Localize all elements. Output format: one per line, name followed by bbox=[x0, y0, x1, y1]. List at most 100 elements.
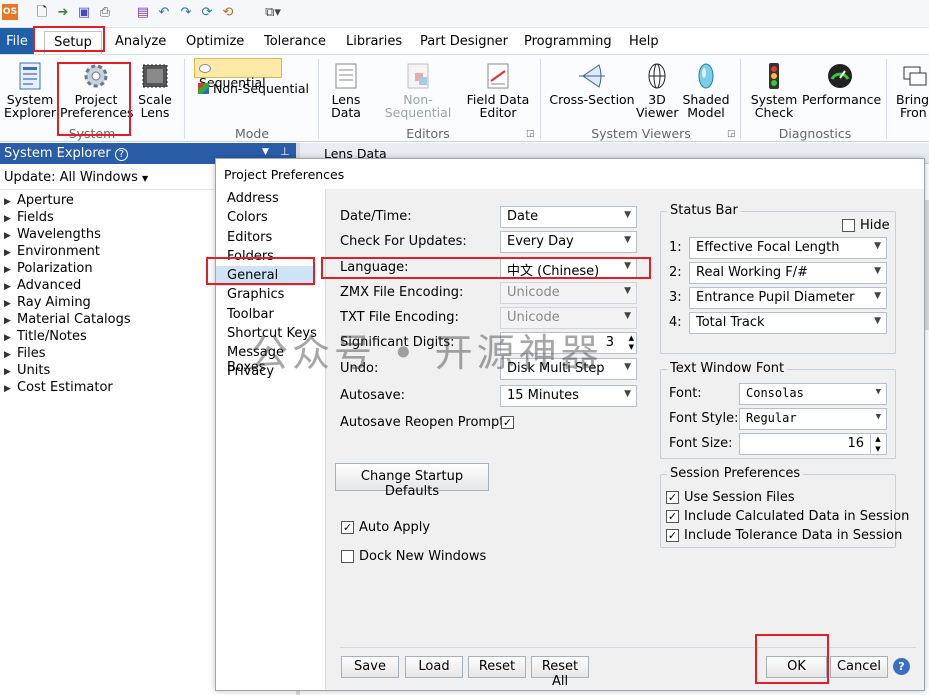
use-session-files-checkbox[interactable]: ✓ bbox=[666, 491, 679, 504]
expand-arrow-icon: ▶ bbox=[4, 197, 11, 207]
date-time-select[interactable]: Date ▼ bbox=[500, 206, 637, 228]
zmx-encoding-value: Unicode bbox=[507, 285, 560, 300]
help-icon[interactable]: ? bbox=[114, 148, 128, 161]
tree-item-fields[interactable]: ▶ Fields bbox=[4, 210, 54, 225]
lens-data-button[interactable]: Lens Data bbox=[326, 61, 366, 119]
watermark: 公众号 • 开源神器 bbox=[250, 331, 603, 375]
include-tolerance-checkbox[interactable]: ✓ bbox=[666, 529, 679, 542]
refresh-icon[interactable]: ⟳ bbox=[199, 5, 215, 21]
quick-access-toolbar: OS 🗋 ➜ ▣ ⎙ ▤ ↶ ↷ ⟳ ⟲ ⧉▾ bbox=[0, 0, 929, 28]
reset-button[interactable]: Reset bbox=[468, 656, 526, 678]
undo-icon[interactable]: ↶ bbox=[156, 5, 172, 21]
tab-analyze[interactable]: Analyze bbox=[115, 34, 166, 49]
nav-colors[interactable]: Colors bbox=[227, 210, 268, 225]
print-icon[interactable]: ⎙ bbox=[97, 5, 113, 21]
field-data-editor-button[interactable]: Field Data Editor bbox=[466, 61, 530, 119]
status-field-3-select[interactable]: Entrance Pupil Diameter ▼ bbox=[689, 287, 887, 309]
tab-libraries[interactable]: Libraries bbox=[346, 34, 402, 49]
load-button[interactable]: Load bbox=[405, 656, 463, 678]
tree-item-material-catalogs[interactable]: ▶ Material Catalogs bbox=[4, 312, 131, 327]
scale-lens-button[interactable]: Scale Lens bbox=[136, 61, 174, 119]
tree-item-polarization[interactable]: ▶ Polarization bbox=[4, 261, 93, 276]
tree-item-title-notes[interactable]: ▶ Title/Notes bbox=[4, 329, 87, 344]
dialog-launcher-icon[interactable]: ◲ bbox=[526, 129, 535, 139]
chevron-down-icon: ▼ bbox=[874, 266, 881, 276]
date-time-value: Date bbox=[507, 209, 539, 224]
bring-front-button[interactable]: Bring Fron bbox=[896, 61, 929, 119]
system-explorer-title-text: System Explorer bbox=[4, 146, 111, 161]
autosave-select[interactable]: 15 Minutes ▼ bbox=[500, 385, 637, 407]
3d-viewer-icon bbox=[648, 63, 666, 89]
change-startup-defaults-button[interactable]: Change Startup Defaults bbox=[335, 463, 489, 499]
check-updates-select[interactable]: Every Day ▼ bbox=[500, 231, 637, 253]
new-file-icon[interactable]: 🗋 bbox=[34, 5, 50, 21]
tree-item-environment[interactable]: ▶ Environment bbox=[4, 244, 100, 259]
tab-optimize[interactable]: Optimize bbox=[186, 34, 244, 49]
font-style-select[interactable]: Regular ▼ bbox=[739, 408, 887, 430]
3d-viewer-button[interactable]: 3D Viewer bbox=[636, 61, 679, 119]
tab-programming[interactable]: Programming bbox=[524, 34, 612, 49]
nav-address[interactable]: Address bbox=[227, 191, 279, 206]
system-explorer-button[interactable]: System Explorer bbox=[4, 61, 56, 119]
font-size-label: Font Size: bbox=[669, 436, 733, 451]
tree-item-advanced[interactable]: ▶ Advanced bbox=[4, 278, 81, 293]
significant-digits-value: 3 bbox=[605, 335, 614, 350]
status-field-1-select[interactable]: Effective Focal Length ▼ bbox=[689, 237, 887, 259]
shaded-model-icon bbox=[698, 63, 714, 89]
cross-section-button[interactable]: Cross-Section bbox=[548, 61, 636, 106]
pin-icon[interactable]: ⊥ bbox=[280, 145, 290, 158]
performance-button[interactable]: Performance bbox=[802, 61, 881, 106]
update-all-icon[interactable]: ⟲ bbox=[220, 5, 236, 21]
reset-all-button[interactable]: Reset All bbox=[531, 656, 589, 689]
include-calculated-checkbox[interactable]: ✓ bbox=[666, 510, 679, 523]
non-sequential-label: Non-Sequential bbox=[212, 81, 310, 96]
shaded-model-button[interactable]: Shaded Model bbox=[682, 61, 730, 119]
chevron-down-icon: ▼ bbox=[142, 174, 149, 183]
help-icon[interactable]: ? bbox=[893, 658, 910, 675]
tab-help[interactable]: Help bbox=[629, 34, 659, 49]
non-sequential-editor-button[interactable]: Non-Sequential bbox=[372, 61, 464, 119]
text-window-font-title: Text Window Font bbox=[667, 361, 788, 376]
sequential-mode-button[interactable]: Sequential bbox=[194, 58, 282, 90]
tree-item-cost-estimator[interactable]: ▶ Cost Estimator bbox=[4, 380, 113, 395]
zmx-encoding-select[interactable]: Unicode ▼ bbox=[500, 282, 637, 304]
status-field-2-select[interactable]: Real Working F/# ▼ bbox=[689, 262, 887, 284]
open-file-icon[interactable]: ➜ bbox=[55, 5, 71, 21]
spin-arrows-icon[interactable]: ▲ ▼ bbox=[870, 434, 885, 454]
save-icon[interactable]: ▣ bbox=[76, 5, 92, 21]
hide-status-bar-checkbox[interactable] bbox=[842, 219, 855, 232]
tree-item-ray-aiming[interactable]: ▶ Ray Aiming bbox=[4, 295, 91, 310]
tree-item-files[interactable]: ▶ Files bbox=[4, 346, 46, 361]
tree-item-units[interactable]: ▶ Units bbox=[4, 363, 50, 378]
dock-new-windows-checkbox[interactable] bbox=[341, 550, 354, 563]
spin-arrows-icon[interactable]: ▲ ▼ bbox=[629, 334, 634, 352]
highlight-general-nav bbox=[206, 257, 315, 285]
use-session-files-label: Use Session Files bbox=[684, 490, 795, 505]
dialog-launcher-icon[interactable]: ◲ bbox=[727, 129, 736, 139]
redo-icon[interactable]: ↷ bbox=[178, 5, 194, 21]
cancel-button[interactable]: Cancel bbox=[830, 656, 888, 678]
project-preferences-dialog: Project Preferences Address Colors Edito… bbox=[215, 158, 925, 691]
save-as-icon[interactable]: ▤ bbox=[135, 5, 151, 21]
panel-menu-icon[interactable]: ▼ bbox=[262, 147, 269, 157]
tab-tolerance[interactable]: Tolerance bbox=[264, 34, 326, 49]
non-sequential-mode-button[interactable]: Non-Sequential bbox=[198, 81, 309, 96]
tab-file[interactable]: File bbox=[0, 28, 34, 54]
auto-apply-checkbox[interactable]: ✓ bbox=[341, 521, 354, 534]
save-button[interactable]: Save bbox=[341, 656, 399, 678]
tree-item-aperture[interactable]: ▶ Aperture bbox=[4, 193, 74, 208]
system-check-button[interactable]: System Check bbox=[748, 61, 800, 119]
autosave-reopen-checkbox[interactable]: ✓ bbox=[501, 416, 514, 429]
tab-part-designer[interactable]: Part Designer bbox=[420, 34, 508, 49]
nav-editors[interactable]: Editors bbox=[227, 230, 272, 245]
tree-item-wavelengths[interactable]: ▶ Wavelengths bbox=[4, 227, 101, 242]
nav-graphics[interactable]: Graphics bbox=[227, 287, 284, 302]
expand-arrow-icon: ▶ bbox=[4, 384, 11, 394]
cross-section-icon bbox=[579, 64, 605, 88]
nav-toolbar[interactable]: Toolbar bbox=[227, 307, 274, 322]
status-field-value: Total Track bbox=[696, 315, 765, 330]
window-layout-icon[interactable]: ⧉▾ bbox=[260, 5, 286, 21]
status-field-4-select[interactable]: Total Track ▼ bbox=[689, 312, 887, 334]
font-select[interactable]: Consolas ▼ bbox=[739, 383, 887, 405]
font-size-spinner[interactable]: 16 ▲ ▼ bbox=[739, 433, 887, 455]
